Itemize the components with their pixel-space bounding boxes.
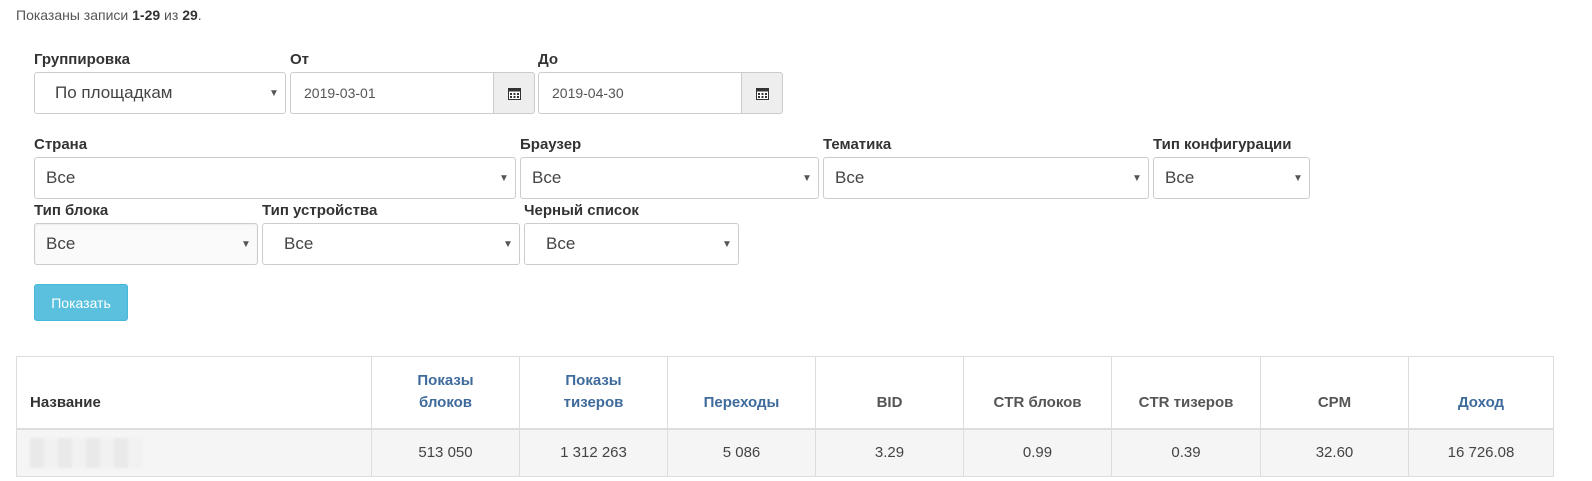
grouping-select[interactable]: По площадкам ▼ — [34, 72, 286, 114]
cell-bid: 3.29 — [815, 428, 964, 477]
column-header-ctr-blocks: CTR блоков — [963, 356, 1112, 429]
from-date-input[interactable]: 2019-03-01 — [290, 72, 535, 114]
column-header-block-impressions[interactable]: Показы блоков — [371, 356, 520, 429]
grouping-label: Группировка — [34, 51, 130, 68]
cell-ctr-teasers: 0.39 — [1111, 428, 1261, 477]
cell-name-redacted — [16, 428, 372, 477]
caret-down-icon: ▼ — [1293, 172, 1303, 184]
caret-down-icon: ▼ — [269, 87, 279, 99]
header-text: Показы — [417, 371, 474, 389]
topic-select[interactable]: Все ▼ — [823, 157, 1149, 199]
cell-clicks: 5 086 — [667, 428, 816, 477]
cell-ctr-blocks: 0.99 — [963, 428, 1112, 477]
header-text: тизеров — [563, 393, 624, 411]
browser-select[interactable]: Все ▼ — [520, 157, 819, 199]
blacklist-select[interactable]: Все ▼ — [524, 223, 739, 265]
caret-down-icon: ▼ — [499, 172, 509, 184]
config-type-select[interactable]: Все ▼ — [1153, 157, 1310, 199]
device-type-value: Все — [284, 234, 314, 253]
country-label: Страна — [34, 136, 88, 153]
caret-down-icon: ▼ — [241, 238, 251, 250]
calendar-icon[interactable] — [741, 72, 783, 114]
summary-range: 1-29 — [132, 7, 161, 23]
summary-of: из — [164, 7, 179, 23]
blacklist-value: Все — [546, 234, 576, 253]
column-header-ctr-teasers: CTR тизеров — [1111, 356, 1261, 429]
browser-value: Все — [532, 168, 562, 187]
caret-down-icon: ▼ — [722, 238, 732, 250]
records-summary: Показаны записи 1-29 из 29. — [16, 7, 202, 23]
column-header-bid: BID — [815, 356, 964, 429]
summary-prefix: Показаны записи — [16, 7, 129, 23]
column-header-teaser-impressions[interactable]: Показы тизеров — [519, 356, 668, 429]
cell-block-impressions: 513 050 — [371, 428, 520, 477]
caret-down-icon: ▼ — [1132, 172, 1142, 184]
browser-label: Браузер — [520, 136, 582, 153]
block-type-select[interactable]: Все ▼ — [34, 223, 258, 265]
to-date-input[interactable]: 2019-04-30 — [538, 72, 783, 114]
column-header-name: Название — [16, 356, 372, 429]
to-date-value[interactable]: 2019-04-30 — [538, 72, 741, 114]
blacklist-label: Черный список — [524, 202, 639, 219]
country-select[interactable]: Все ▼ — [34, 157, 516, 199]
column-header-cpm: CPM — [1260, 356, 1409, 429]
device-type-select[interactable]: Все ▼ — [262, 223, 520, 265]
config-type-label: Тип конфигурации — [1153, 136, 1292, 153]
header-text: блоков — [418, 393, 473, 411]
from-date-value[interactable]: 2019-03-01 — [290, 72, 493, 114]
summary-total: 29 — [182, 7, 198, 23]
table-row: 513 050 1 312 263 5 086 3.29 0.99 0.39 3… — [16, 428, 1554, 477]
country-value: Все — [46, 168, 76, 187]
show-button[interactable]: Показать — [34, 284, 128, 321]
column-header-revenue[interactable]: Доход — [1408, 356, 1554, 429]
cell-revenue: 16 726.08 — [1408, 428, 1554, 477]
table-header-row: Название Показы блоков Показы тизеров Пе… — [16, 356, 1554, 429]
caret-down-icon: ▼ — [503, 238, 513, 250]
from-label: От — [290, 51, 310, 68]
block-type-label: Тип блока — [34, 202, 109, 219]
to-label: До — [538, 51, 559, 68]
block-type-value: Все — [46, 234, 76, 253]
calendar-icon[interactable] — [493, 72, 535, 114]
topic-label: Тематика — [823, 136, 892, 153]
column-header-clicks[interactable]: Переходы — [667, 356, 816, 429]
topic-value: Все — [835, 168, 865, 187]
config-type-value: Все — [1165, 168, 1195, 187]
stats-table: Название Показы блоков Показы тизеров Пе… — [16, 356, 1554, 477]
caret-down-icon: ▼ — [802, 172, 812, 184]
cell-cpm: 32.60 — [1260, 428, 1409, 477]
device-type-label: Тип устройства — [262, 202, 378, 219]
grouping-value: По площадкам — [55, 83, 173, 102]
header-text: Показы — [565, 371, 622, 389]
cell-teaser-impressions: 1 312 263 — [519, 428, 668, 477]
